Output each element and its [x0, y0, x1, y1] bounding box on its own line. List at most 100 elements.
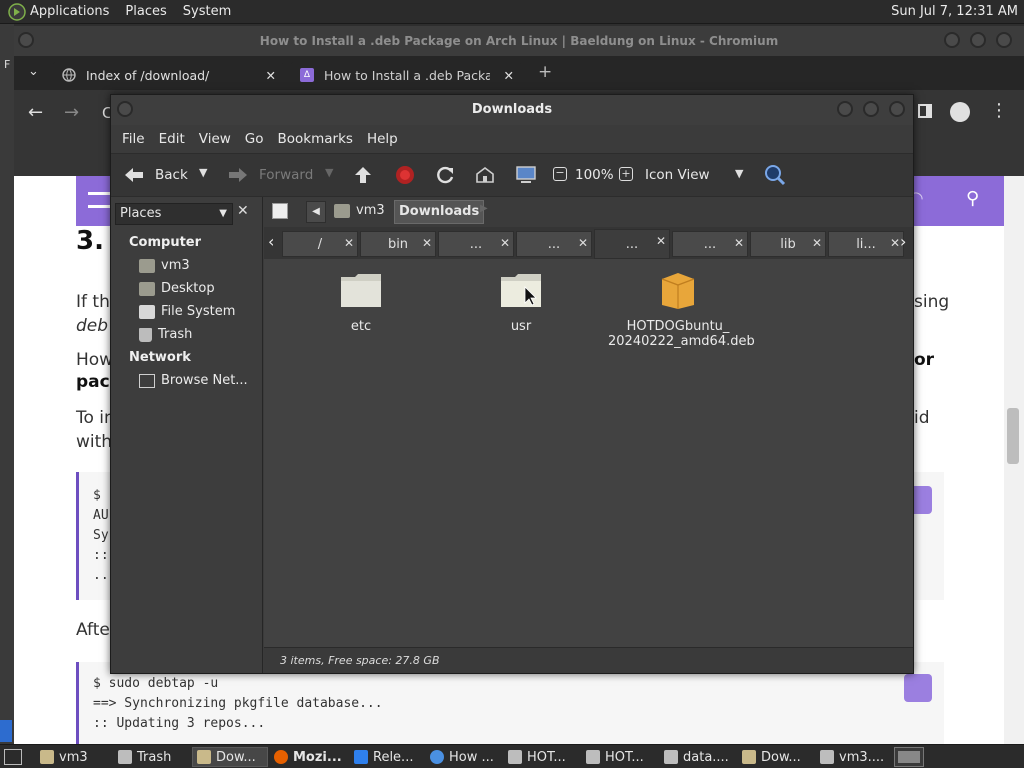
fm-sidebar: Places ▼ ✕ Computer vm3 Desktop File Sys…	[111, 197, 263, 673]
kebab-menu-icon[interactable]: ⋮	[990, 100, 1008, 121]
path-tab-4[interactable]: ... ✕	[516, 231, 592, 257]
browser-back-arrow-icon[interactable]: ←	[28, 102, 43, 123]
workspace-switcher[interactable]	[894, 747, 924, 767]
sidebar-item-desktop[interactable]: Desktop	[139, 281, 215, 296]
file-item-etc[interactable]: etc	[296, 271, 426, 334]
menu-file[interactable]: File	[115, 131, 152, 147]
sidebar-item-filesystem[interactable]: File System	[139, 304, 235, 319]
zoom-level[interactable]: 100%	[575, 167, 614, 183]
tab-close-icon[interactable]: ✕	[656, 234, 666, 248]
fm-maximize-icon[interactable]	[863, 101, 879, 117]
menu-help[interactable]: Help	[360, 131, 405, 147]
hamburger-menu-icon[interactable]	[88, 192, 110, 208]
applications-label: Applications	[30, 4, 110, 19]
path-tab-bin[interactable]: bin ✕	[360, 231, 436, 257]
tab-index-download[interactable]: Index of /download/ ✕	[52, 60, 284, 90]
chromium-minimize-icon[interactable]	[944, 32, 960, 48]
path-right-arrow-icon[interactable]: ▶	[480, 203, 488, 214]
chromium-close-icon[interactable]	[996, 32, 1012, 48]
task-firefox[interactable]: Mozi...	[270, 747, 346, 767]
profile-icon[interactable]	[950, 102, 970, 122]
computer-icon[interactable]	[515, 165, 537, 185]
path-tab-root[interactable]: / ✕	[282, 231, 358, 257]
tab-close-icon[interactable]: ✕	[578, 236, 588, 250]
sidebar-item-vm3[interactable]: vm3	[139, 258, 190, 273]
tab-baeldung[interactable]: Δ How to Install a .deb Package ✕	[290, 60, 522, 90]
sidebar-item-trash[interactable]: Trash	[139, 327, 192, 342]
places-combo[interactable]: Places ▼	[115, 203, 233, 225]
tab-close-icon[interactable]: ✕	[344, 236, 354, 250]
menu-view[interactable]: View	[192, 131, 238, 147]
code-line: AU	[93, 508, 109, 523]
path-tab-8[interactable]: li... ✕	[828, 231, 904, 257]
tab-close-icon[interactable]: ✕	[500, 236, 510, 250]
fm-close-icon[interactable]	[889, 101, 905, 117]
copy-code-button-2[interactable]	[904, 674, 932, 702]
menu-go[interactable]: Go	[238, 131, 271, 147]
zoom-out-icon[interactable]: −	[553, 167, 567, 181]
page-scrollbar[interactable]	[1004, 176, 1024, 744]
crumb-vm3[interactable]: vm3	[334, 203, 385, 218]
forward-button[interactable]: Forward	[227, 166, 313, 184]
task-vscode[interactable]: Rele...	[350, 747, 417, 767]
tab-close-icon[interactable]: ✕	[504, 68, 514, 83]
places-menu[interactable]: Places	[117, 4, 174, 19]
task-terminal-3[interactable]: data....	[660, 747, 733, 767]
site-search-icon[interactable]: ⚲	[966, 188, 979, 209]
chromium-maximize-icon[interactable]	[970, 32, 986, 48]
workspace-1[interactable]	[898, 751, 920, 763]
zoom-in-icon[interactable]: +	[619, 167, 633, 181]
task-terminal-2[interactable]: HOT...	[582, 747, 648, 767]
fm-menu-dot-icon[interactable]	[117, 101, 133, 117]
crumb-downloads[interactable]: Downloads	[394, 200, 485, 224]
applications-menu[interactable]: Applications	[0, 2, 117, 21]
task-downloads[interactable]: Dow...	[192, 747, 268, 767]
task-terminal-4[interactable]: vm3....	[816, 747, 888, 767]
fm-minimize-icon[interactable]	[837, 101, 853, 117]
tab-search-chevron-icon[interactable]: ⌄	[28, 64, 39, 79]
tab-close-icon[interactable]: ✕	[734, 236, 744, 250]
file-item-usr[interactable]: usr	[456, 271, 586, 334]
view-mode-dropdown-icon[interactable]: ▼	[735, 167, 743, 180]
close-sidebar-icon[interactable]: ✕	[237, 203, 249, 219]
task-chromium[interactable]: How ...	[426, 747, 498, 767]
reload-icon[interactable]	[435, 165, 455, 185]
system-menu[interactable]: System	[175, 4, 239, 19]
view-mode-select[interactable]: Icon View	[645, 167, 710, 183]
new-tab-plus-icon[interactable]: +	[538, 62, 552, 82]
clock[interactable]: Sun Jul 7, 12:31 AM	[883, 4, 1024, 19]
tab-close-icon[interactable]: ✕	[812, 236, 822, 250]
forward-history-dropdown-icon[interactable]: ▼	[325, 166, 333, 179]
task-terminal-1[interactable]: HOT...	[504, 747, 570, 767]
tab-close-icon[interactable]: ✕	[266, 68, 276, 83]
menu-bookmarks[interactable]: Bookmarks	[271, 131, 360, 147]
search-icon[interactable]	[763, 163, 787, 187]
browser-forward-arrow-icon[interactable]: →	[64, 102, 79, 123]
tabs-scroll-left-icon[interactable]: ‹	[268, 232, 274, 251]
back-history-dropdown-icon[interactable]: ▼	[199, 166, 207, 179]
path-left-arrow-icon[interactable]: ◀	[306, 201, 326, 223]
path-tab-3[interactable]: ... ✕	[438, 231, 514, 257]
show-desktop-icon[interactable]	[4, 749, 22, 765]
edit-location-icon[interactable]	[272, 203, 288, 219]
back-button[interactable]: Back	[123, 166, 188, 184]
tabs-scroll-right-icon[interactable]: ›	[900, 232, 906, 251]
task-downloads-2[interactable]: Dow...	[738, 747, 805, 767]
home-icon[interactable]	[475, 166, 495, 184]
task-vm3[interactable]: vm3	[36, 747, 92, 767]
up-arrow-icon[interactable]	[353, 165, 373, 185]
tab-close-icon[interactable]: ✕	[890, 236, 900, 250]
path-tab-lib[interactable]: lib ✕	[750, 231, 826, 257]
side-panel-icon[interactable]	[918, 104, 932, 118]
scrollbar-thumb[interactable]	[1007, 408, 1019, 464]
path-tab-6[interactable]: ... ✕	[672, 231, 748, 257]
path-tab-label: ...	[469, 236, 483, 252]
path-tab-active[interactable]: ... ✕	[594, 229, 670, 259]
tab-close-icon[interactable]: ✕	[422, 236, 432, 250]
menu-edit[interactable]: Edit	[152, 131, 192, 147]
file-item-deb[interactable]: HOTDOGbuntu_ 20240222_amd64.deb	[608, 271, 755, 349]
sidebar-item-browse-network[interactable]: Browse Net...	[139, 373, 248, 388]
chromium-menu-dot-icon[interactable]	[18, 32, 34, 48]
stop-icon[interactable]	[395, 165, 415, 185]
task-trash[interactable]: Trash	[114, 747, 175, 767]
